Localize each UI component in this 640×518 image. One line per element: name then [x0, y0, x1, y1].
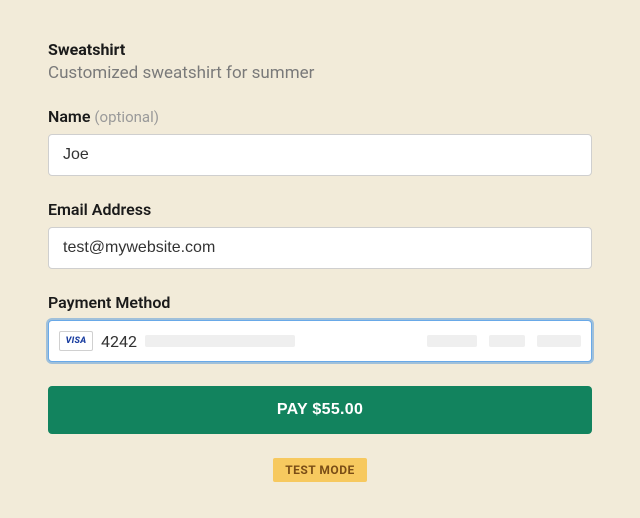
payment-method-label: Payment Method	[48, 293, 592, 312]
product-description: Customized sweatshirt for summer	[48, 63, 592, 83]
test-mode-badge: TEST MODE	[273, 458, 367, 482]
email-label: Email Address	[48, 200, 592, 219]
name-label: Name (optional)	[48, 107, 592, 126]
visa-icon: VISA	[59, 331, 93, 351]
name-label-text: Name	[48, 107, 90, 126]
product-title: Sweatshirt	[48, 40, 592, 59]
payment-field-group: Payment Method VISA 4242	[48, 293, 592, 362]
card-mask-expiry	[427, 335, 477, 347]
card-input[interactable]: VISA 4242	[48, 320, 592, 362]
name-field-group: Name (optional)	[48, 107, 592, 176]
name-input[interactable]	[48, 134, 592, 176]
email-input[interactable]	[48, 227, 592, 269]
email-field-group: Email Address	[48, 200, 592, 269]
card-mask-zip	[537, 335, 581, 347]
card-number-visible: 4242	[101, 332, 137, 351]
card-mask-number	[145, 335, 295, 347]
pay-button[interactable]: PAY $55.00	[48, 386, 592, 434]
card-mask-cvc	[489, 335, 525, 347]
card-masked-area	[145, 335, 581, 347]
name-optional-hint: (optional)	[94, 108, 159, 126]
